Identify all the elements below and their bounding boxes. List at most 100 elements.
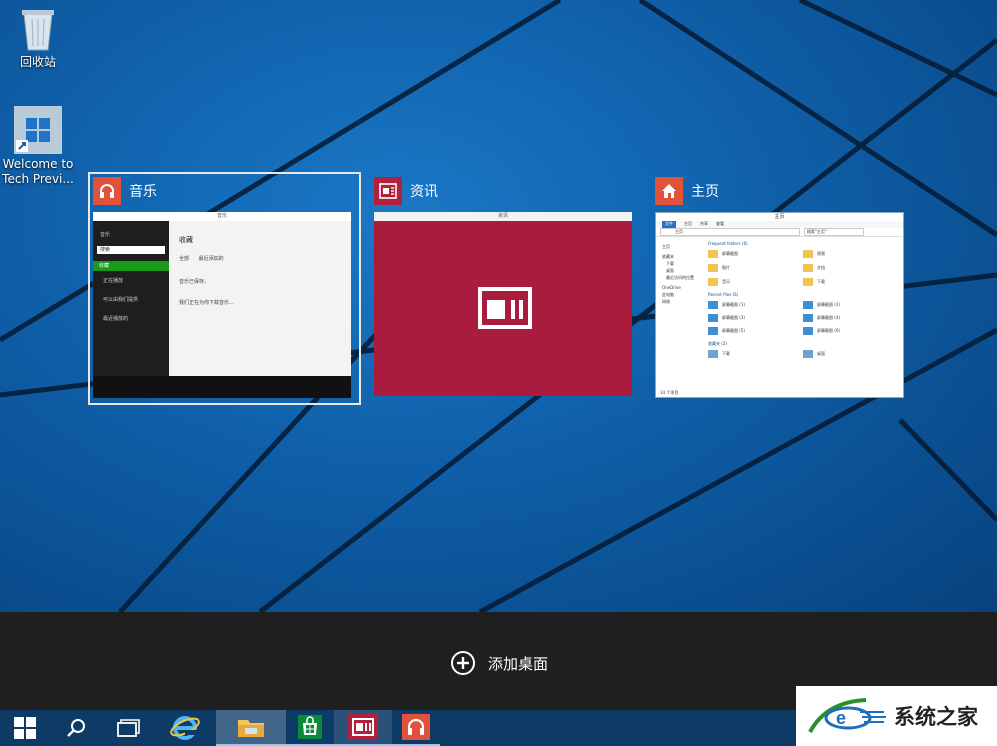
music-sidebar: 音乐 搜索 收藏 正在播放 可以由我们提供 最近播放的 bbox=[93, 221, 169, 376]
image-file-icon bbox=[803, 314, 813, 322]
explorer-item: 桌面 bbox=[803, 350, 898, 358]
music-app-screenshot: 音乐 音乐 搜索 收藏 正在播放 可以由我们提供 最近播放的 收藏 全部 最近添… bbox=[93, 212, 351, 398]
recycle-bin-shortcut[interactable]: 回收站 bbox=[0, 4, 76, 70]
svg-text:e: e bbox=[836, 708, 846, 728]
news-icon bbox=[374, 177, 402, 205]
music-main: 收藏 全部 最近添加的 音乐已保存。 我们正在为你下载音乐... bbox=[169, 221, 351, 376]
news-window-titlebar: 资讯 bbox=[374, 212, 632, 221]
explorer-tab-2: 共享 bbox=[700, 221, 708, 226]
music-nav-3: 最近播放的 bbox=[103, 316, 129, 322]
window-title: 资讯 bbox=[410, 184, 438, 200]
folder-icon bbox=[803, 264, 813, 272]
news-icon bbox=[348, 714, 378, 740]
window-title-bar: 音乐 bbox=[93, 176, 157, 206]
explorer-item: 视频 bbox=[803, 250, 898, 258]
folder-icon bbox=[803, 250, 813, 258]
music-button[interactable] bbox=[392, 710, 440, 746]
explorer-item: 屏幕截图 (6) bbox=[803, 327, 898, 335]
explorer-item-label: 桌面 bbox=[817, 351, 825, 356]
store-button[interactable] bbox=[286, 710, 334, 746]
music-window-title: 音乐 bbox=[216, 213, 227, 219]
explorer-nav-6: 此电脑 bbox=[662, 292, 674, 297]
task-view-window-news[interactable]: 资讯 资讯 bbox=[374, 176, 632, 396]
explorer-tab-3: 查看 bbox=[716, 221, 724, 226]
explorer-item: 屏幕截图 bbox=[708, 250, 803, 258]
explorer-nav-4: 最近访问的位置 bbox=[666, 275, 694, 280]
explorer-item: 屏幕截图 (2) bbox=[803, 301, 898, 309]
explorer-address-row: 主页 搜索"主页" bbox=[656, 228, 903, 237]
add-desktop-button[interactable]: 添加桌面 bbox=[450, 650, 548, 676]
desktop-background: 回收站 Welcome to Tech Previ... 音乐 音乐 音乐 搜索… bbox=[0, 0, 997, 612]
search-icon bbox=[65, 717, 87, 739]
start-button[interactable] bbox=[0, 710, 50, 746]
explorer-window-title: 主页 bbox=[774, 214, 785, 220]
task-view-icon bbox=[116, 718, 140, 738]
explorer-nav-1: 收藏夹 bbox=[662, 254, 674, 259]
explorer-item: 屏幕截图 (3) bbox=[708, 314, 803, 322]
explorer-item-label: 视频 bbox=[817, 251, 825, 256]
headphones-icon bbox=[402, 714, 430, 740]
welcome-label: Welcome to Tech Previ... bbox=[2, 157, 74, 186]
internet-explorer-icon bbox=[169, 712, 201, 744]
explorer-fav-header: 收藏夹 (2) bbox=[708, 341, 727, 346]
folder-icon bbox=[708, 264, 718, 272]
task-view-window-music[interactable]: 音乐 音乐 音乐 搜索 收藏 正在播放 可以由我们提供 最近播放的 收藏 全部 … bbox=[93, 176, 353, 398]
welcome-shortcut[interactable]: Welcome to Tech Previ... bbox=[0, 106, 76, 187]
task-view-button[interactable] bbox=[102, 710, 154, 746]
music-window-titlebar: 音乐 bbox=[93, 212, 351, 221]
explorer-nav-pane: 主页 收藏夹 下载 桌面 最近访问的位置 OneDrive 此电脑 网络 bbox=[656, 239, 706, 389]
explorer-item-label: 屏幕截图 (1) bbox=[722, 302, 745, 307]
news-button[interactable] bbox=[334, 710, 392, 746]
recycle-bin-label: 回收站 bbox=[19, 55, 56, 69]
plus-circle-icon bbox=[450, 650, 476, 676]
music-text-a: 音乐已保存。 bbox=[179, 279, 210, 285]
explorer-nav-0: 主页 bbox=[662, 244, 670, 249]
music-filter-b: 最近添加的 bbox=[198, 256, 224, 262]
explorer-content: Frequent folders (6) 屏幕截图 视频 图片 文档 音乐 下载 Rece… bbox=[708, 241, 898, 391]
explorer-item: 下载 bbox=[708, 350, 803, 358]
explorer-recent-header: Recent files (6) bbox=[708, 292, 739, 297]
folder-icon bbox=[236, 715, 266, 739]
explorer-nav-5: OneDrive bbox=[662, 285, 681, 290]
window-title: 主页 bbox=[691, 184, 719, 200]
folder-icon bbox=[708, 250, 718, 258]
window-title: 音乐 bbox=[129, 184, 157, 200]
explorer-status: 14 个项目 bbox=[660, 390, 679, 395]
watermark-logo: e 系统之家 bbox=[796, 686, 997, 746]
explorer-item: 屏幕截图 (4) bbox=[803, 314, 898, 322]
image-file-icon bbox=[708, 314, 718, 322]
explorer-item: 下载 bbox=[803, 278, 898, 286]
explorer-nav-7: 网络 bbox=[662, 299, 670, 304]
explorer-screenshot: 主页 文件 主页 共享 查看 主页 搜索"主页" 主页 收藏夹 下载 桌面 最近… bbox=[655, 212, 904, 398]
explorer-item-label: 下载 bbox=[817, 279, 825, 284]
folder-icon bbox=[803, 278, 813, 286]
task-view-window-explorer[interactable]: 主页 主页 文件 主页 共享 查看 主页 搜索"主页" 主页 收藏夹 下载 桌面… bbox=[655, 176, 905, 398]
explorer-tab-1: 主页 bbox=[684, 221, 692, 226]
music-text-b: 我们正在为你下载音乐... bbox=[179, 300, 234, 306]
explorer-ribbon-tabs: 文件 主页 共享 查看 bbox=[656, 221, 903, 228]
recycle-bin-icon bbox=[18, 4, 58, 52]
explorer-item: 屏幕截图 (5) bbox=[708, 327, 803, 335]
ie-button[interactable] bbox=[154, 710, 216, 746]
explorer-address: 主页 bbox=[660, 228, 800, 236]
watermark-icon: e bbox=[806, 696, 888, 736]
music-nav-2: 可以由我们提供 bbox=[103, 297, 139, 303]
file-explorer-button[interactable] bbox=[216, 710, 286, 746]
music-filter-a: 全部 bbox=[179, 256, 190, 262]
news-app-screenshot: 资讯 bbox=[374, 212, 632, 396]
music-sidebar-title: 音乐 bbox=[100, 232, 111, 238]
explorer-item: 图片 bbox=[708, 264, 803, 272]
explorer-item-label: 屏幕截图 (4) bbox=[817, 315, 840, 320]
watermark-text: 系统之家 bbox=[894, 705, 978, 729]
explorer-frequent-header: Frequent folders (6) bbox=[708, 241, 748, 246]
music-nav-1: 正在播放 bbox=[103, 278, 124, 284]
explorer-item-label: 屏幕截图 (5) bbox=[722, 328, 745, 333]
windows-logo-icon bbox=[13, 716, 37, 740]
explorer-tab-0: 文件 bbox=[662, 221, 676, 228]
windows-shortcut-icon bbox=[14, 106, 62, 154]
explorer-window-titlebar: 主页 bbox=[656, 213, 903, 221]
explorer-recent-grid: 屏幕截图 (1) 屏幕截图 (2) 屏幕截图 (3) 屏幕截图 (4) 屏幕截图 (5)… bbox=[708, 301, 898, 335]
search-button[interactable] bbox=[50, 710, 102, 746]
explorer-item-label: 屏幕截图 (2) bbox=[817, 302, 840, 307]
folder-icon bbox=[708, 350, 718, 358]
